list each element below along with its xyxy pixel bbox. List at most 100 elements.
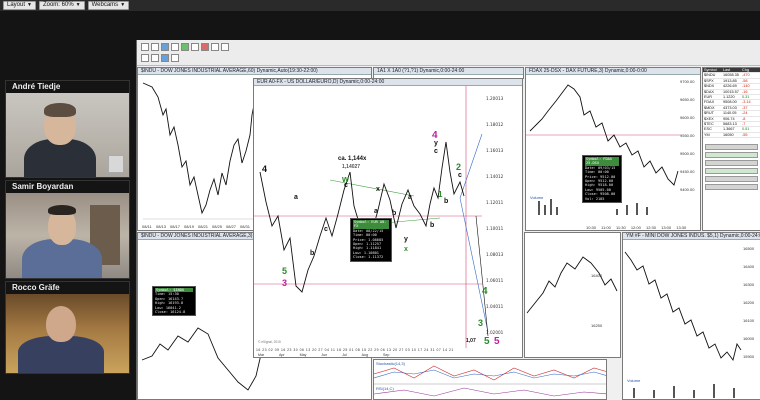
footer-note: © eSignal, 2015 [258,340,281,344]
date-axis-label: 15 [361,348,367,352]
price-axis-label: 16400 [591,273,603,278]
table-cell: $DAX [704,89,714,94]
chart-window-mini-dow[interactable]: YM #F - MINI DOW JONES INDUS. $5,1) Dyna… [622,232,760,400]
price-axis-label: 16250 [591,323,603,328]
chart-window-dow-center[interactable]: 16400 16250 [524,232,621,358]
chart-icon[interactable] [181,43,189,51]
webcam-tile[interactable]: Samir Boyardan [5,180,130,279]
date-axis-label: 06 [380,348,386,352]
wave-label: 2 [456,162,462,172]
date-axis-label: 09 [274,348,280,352]
table-cell: $SPX [704,78,714,83]
date-axis-label: 30 [293,348,299,352]
quote-list-window[interactable]: Symbol Last Chg $INDU 16058.35 -470 $SPX 19… [702,67,760,231]
webcams-button[interactable]: Webcams ▼ [87,1,130,10]
scanner-row[interactable] [705,176,758,182]
window-title: EUR A0-FX - US DOLLAR/EURO,D) Dynamic,0:… [254,79,522,86]
participant-name: André Tiedje [6,81,129,93]
zoom-button[interactable]: Zoom: 60% ▼ [38,1,85,10]
chart-window-oscillators[interactable]: Stochastic(14,3) RSI(14,C) [373,359,607,400]
wave-label: a [294,194,298,201]
chart-area[interactable]: 16400 16250 [525,233,620,357]
table-cell: $RUT [704,111,714,116]
price-axis-label: 9500.00 [680,151,695,156]
wave-label: y [404,236,408,243]
webcam-tile[interactable]: André Tiedje [5,80,130,178]
price-axis-label: 1.04011 [486,304,504,309]
wave-label: 5 [282,266,288,276]
price-axis-label: 16400 [743,264,755,269]
open-icon[interactable] [151,43,159,51]
scanner-row[interactable] [705,160,758,166]
chart-area[interactable]: Volume 16500 16400 16300 16200 16100 160… [623,240,760,399]
chart-window-strip[interactable]: 1A1 X 1A0 (?1,?1) Dynamic,0:00-24:00 [373,67,524,79]
grid-icon[interactable] [171,54,179,62]
zoom-label: Zoom: 60% [42,2,74,8]
quote-list: Symbol Last Chg $INDU 16058.35 -470 $SPX 19… [703,68,760,230]
wave-label: 5 [484,336,490,347]
scanner-row[interactable] [705,152,758,158]
chart-area[interactable]: 1.20013 1.18012 1.16013 1.14012 1.12011 … [254,86,522,357]
tooltip-line: Close: 16124.8 [155,310,186,315]
print-icon[interactable] [171,43,179,51]
date-axis-label: 10 [411,348,417,352]
person-hair [44,103,76,117]
wave-label: a [408,194,412,201]
table-row[interactable]: YM 16050 -55 [703,133,760,139]
zoom-tool-icon[interactable] [221,43,229,51]
date-axis-label: 27 [318,348,324,352]
toolbar-row [141,43,229,53]
indicator-icon[interactable] [151,54,159,62]
webcam-video [6,93,129,177]
cursor-icon[interactable] [191,43,199,51]
date-axis-label: 04 [324,348,330,352]
price-axis-label: 9700.00 [680,79,695,84]
wave-label: 4 [482,286,488,297]
save-icon[interactable] [161,43,169,51]
oscillator-chart [374,365,606,397]
scanner-row[interactable] [705,184,758,190]
line-tool-icon[interactable] [201,43,209,51]
column-header: Symbol [704,68,717,72]
new-icon[interactable] [141,43,149,51]
date-axis-label: 11 [330,348,336,352]
toolbar-row [141,54,179,64]
table-cell: -3.14 [742,100,751,105]
table-cell: 1140.05 [723,111,737,116]
oscillator-area[interactable]: Stochastic(14,3) RSI(14,C) [374,360,606,399]
person-head [46,306,76,342]
table-cell: 0.51 [742,127,750,132]
webcam-video [6,294,129,373]
month-axis-label: May [299,353,307,357]
chart-window-eurusd[interactable]: EUR A0-FX - US DOLLAR/EURO,D) Dynamic,0:… [253,78,523,358]
price-axis-label: 1.18012 [486,122,504,127]
time-axis-label: 10:30 [586,225,597,230]
date-axis-label: 22 [367,348,373,352]
date-axis-label: 24 [424,348,429,352]
month-axis-label: Apr [279,353,285,357]
chart-area[interactable]: Symbol: FDAX 25-DSX Date: 09/03/15 Time:… [526,75,700,230]
text-tool-icon[interactable] [211,43,219,51]
background-frame [108,155,124,173]
scanner-row[interactable] [705,144,758,150]
price-axis-label: 16300 [743,282,755,287]
price-axis-label: 1.14012 [486,174,504,179]
table-cell: 16058.35 [723,73,739,78]
webcam-tile[interactable]: Rocco Gräfe [5,281,130,374]
scanner-row[interactable] [705,168,758,174]
time-axis-label: 12:30 [645,225,656,230]
layout-button[interactable]: Layout ▼ [3,1,36,10]
chevron-down-icon: ▼ [27,2,32,8]
timeframe-icon[interactable] [141,54,149,62]
layout-icon[interactable] [161,54,169,62]
data-tooltip: Symbol: $INDU Time: 15:30 Open: 16143.7 … [152,286,196,317]
scanner-list [705,144,758,224]
table-cell: $XEX [704,116,714,121]
month-axis-label: Sep [383,353,390,357]
charting-workspace: $INDU - DOW JONES INDUSTRIAL AVERAGE,60)… [136,40,760,400]
chart-window-dax[interactable]: FDAX 25-DSX - DAX FUTURE,3) Dynamic,0:00… [525,67,701,231]
price-axis-label: 9650.00 [680,97,695,102]
volume-label: Volume [627,378,641,383]
price-axis-label: 16100 [743,318,755,323]
wave-label: 4 [262,164,268,174]
